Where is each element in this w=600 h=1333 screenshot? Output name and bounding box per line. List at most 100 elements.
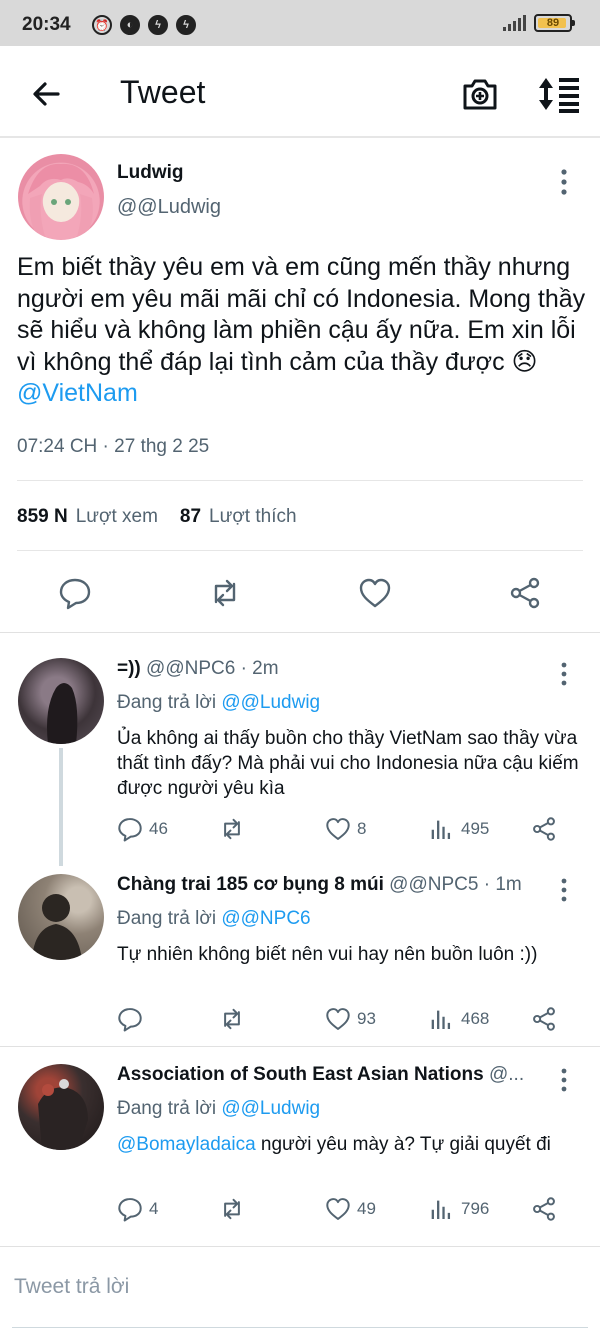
reply-icon[interactable] bbox=[58, 576, 92, 610]
reply-input[interactable]: Tweet trả lời bbox=[14, 1275, 129, 1299]
reply-button[interactable]: 46 bbox=[117, 816, 168, 842]
replying-label: Đang trả lời bbox=[117, 908, 217, 929]
retweet-icon bbox=[224, 1008, 240, 1030]
views-count: 468 bbox=[461, 1009, 490, 1028]
retweet-button[interactable] bbox=[219, 1196, 251, 1222]
reply-handle-time: @@NPC5 · 1m bbox=[389, 874, 522, 895]
sort-icon[interactable] bbox=[538, 74, 582, 114]
avatar[interactable] bbox=[18, 1064, 104, 1150]
divider bbox=[17, 480, 583, 481]
more-options-icon[interactable] bbox=[554, 1068, 574, 1092]
like-button[interactable]: 93 bbox=[325, 1006, 376, 1032]
reply-icon bbox=[118, 1008, 142, 1032]
likes-label[interactable]: Lượt thích bbox=[209, 506, 297, 528]
camera-add-icon[interactable] bbox=[460, 74, 500, 114]
like-icon bbox=[326, 1198, 350, 1220]
reply-header: Association of South East Asian Nations … bbox=[117, 1064, 547, 1086]
views-button[interactable]: 495 bbox=[429, 816, 489, 842]
back-arrow-icon[interactable] bbox=[28, 76, 64, 112]
reply-count: 46 bbox=[149, 819, 168, 838]
views-count: 495 bbox=[461, 819, 490, 838]
reply-actions: 4 49 796 bbox=[117, 1196, 577, 1226]
vpn-icon: ◐ bbox=[120, 15, 140, 35]
reply-author-name[interactable]: =)) bbox=[117, 658, 141, 679]
top-app-bar: Tweet bbox=[0, 46, 600, 138]
avatar-illustration bbox=[38, 1079, 88, 1150]
reply-button[interactable]: 4 bbox=[117, 1196, 158, 1222]
views-icon bbox=[431, 1200, 451, 1219]
share-button[interactable] bbox=[531, 1196, 557, 1222]
tweet-stats: 859 N Lượt xem 87 Lượt thích bbox=[17, 506, 311, 528]
replying-to-mention[interactable]: @@NPC6 bbox=[221, 908, 310, 929]
views-count: 859 N bbox=[17, 506, 68, 527]
author-name[interactable]: Ludwig bbox=[117, 162, 183, 184]
reply-icon bbox=[118, 818, 142, 842]
signal-icon bbox=[503, 15, 526, 31]
retweet-icon bbox=[224, 1198, 240, 1220]
notification-icons: ⏰ ◐ ϟ ϟ bbox=[92, 15, 196, 35]
avatar[interactable] bbox=[18, 154, 104, 240]
share-icon[interactable] bbox=[508, 576, 542, 610]
battery-icon: 89 bbox=[534, 14, 575, 32]
share-icon bbox=[533, 1007, 555, 1031]
main-tweet-actions bbox=[0, 572, 600, 616]
views-count: 796 bbox=[461, 1199, 490, 1218]
share-icon bbox=[533, 1197, 555, 1221]
divider bbox=[17, 550, 583, 551]
replying-to-mention[interactable]: @@Ludwig bbox=[221, 692, 320, 713]
share-icon bbox=[533, 817, 555, 841]
like-icon bbox=[326, 1008, 350, 1030]
replying-to-mention[interactable]: @@Ludwig bbox=[221, 1098, 320, 1119]
reply-author-name[interactable]: Chàng trai 185 cơ bụng 8 múi bbox=[117, 874, 384, 895]
avatar[interactable] bbox=[18, 658, 104, 744]
battery-level: 89 bbox=[546, 17, 560, 29]
more-options-icon[interactable] bbox=[554, 168, 574, 196]
reply-button[interactable] bbox=[117, 1006, 149, 1032]
retweet-icon bbox=[224, 818, 240, 840]
like-icon[interactable] bbox=[358, 576, 392, 610]
reply-text: Tự nhiên không biết nên vui hay nên buồn… bbox=[117, 944, 538, 965]
reply-actions: 93 468 bbox=[117, 1006, 577, 1036]
section-divider bbox=[0, 632, 600, 633]
status-time: 20:34 bbox=[22, 14, 71, 35]
retweet-button[interactable] bbox=[219, 816, 251, 842]
more-options-icon[interactable] bbox=[554, 662, 574, 686]
mention-link[interactable]: @VietNam bbox=[17, 379, 138, 407]
tweet-body: Em biết thầy yêu em và em cũng mến thầy … bbox=[17, 253, 586, 376]
share-button[interactable] bbox=[531, 816, 557, 842]
views-button[interactable]: 796 bbox=[429, 1196, 489, 1222]
reply-author-name[interactable]: Association of South East Asian Nations bbox=[117, 1064, 484, 1085]
author-handle[interactable]: @@Ludwig bbox=[117, 196, 221, 219]
avatar-silhouette bbox=[32, 894, 82, 960]
reply-header: =)) @@NPC6 · 2m bbox=[117, 658, 547, 680]
share-button[interactable] bbox=[531, 1006, 557, 1032]
views-icon bbox=[431, 820, 451, 839]
views-button[interactable]: 468 bbox=[429, 1006, 489, 1032]
like-icon bbox=[326, 818, 350, 840]
reply-header: Chàng trai 185 cơ bụng 8 múi @@NPC5 · 1m bbox=[117, 874, 547, 896]
retweet-button[interactable] bbox=[219, 1006, 251, 1032]
mention-link[interactable]: @Bomayladaica bbox=[117, 1134, 256, 1155]
reply-actions: 46 8 495 bbox=[117, 816, 577, 846]
avatar-silhouette bbox=[47, 683, 78, 744]
input-underline bbox=[12, 1327, 588, 1328]
like-button[interactable]: 49 bbox=[325, 1196, 376, 1222]
like-count: 49 bbox=[357, 1199, 376, 1218]
messenger-icon: ϟ bbox=[148, 15, 168, 35]
avatar[interactable] bbox=[18, 874, 104, 960]
section-divider bbox=[0, 1046, 600, 1047]
replying-to: Đang trả lời @@NPC6 bbox=[117, 908, 311, 930]
views-label: Lượt xem bbox=[75, 506, 158, 527]
status-bar: 20:34 ⏰ ◐ ϟ ϟ 89 bbox=[0, 0, 600, 46]
retweet-icon[interactable] bbox=[208, 576, 242, 610]
tweet-text: Em biết thầy yêu em và em cũng mến thầy … bbox=[17, 252, 592, 410]
page-title: Tweet bbox=[120, 74, 206, 110]
alarm-icon: ⏰ bbox=[92, 15, 112, 35]
replying-label: Đang trả lời bbox=[117, 692, 217, 713]
reply-text: @Bomayladaica người yêu mày à? Tự giải q… bbox=[117, 1132, 587, 1157]
reply-icon bbox=[118, 1198, 142, 1222]
likes-count[interactable]: 87 bbox=[180, 506, 201, 528]
avatar-illustration bbox=[28, 163, 94, 240]
like-button[interactable]: 8 bbox=[325, 816, 366, 842]
more-options-icon[interactable] bbox=[554, 878, 574, 902]
